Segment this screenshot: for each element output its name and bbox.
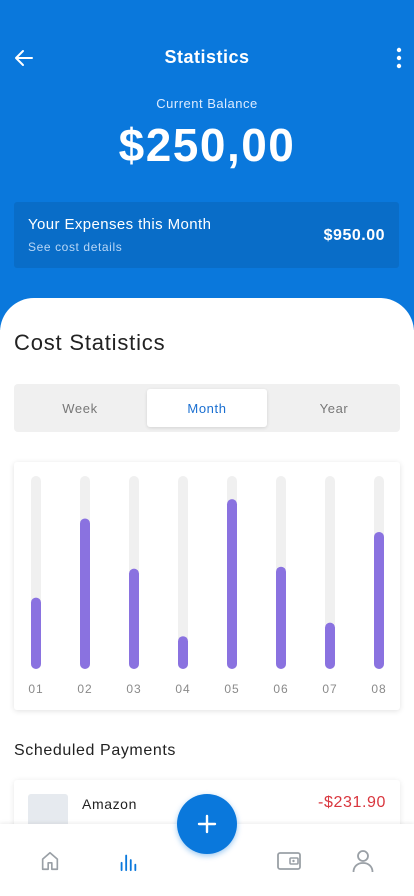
cost-chart: 01 02 03 04 05 06 07 08 [14, 462, 400, 710]
payment-name: Amazon [82, 796, 137, 812]
more-button[interactable] [390, 45, 408, 71]
bar-07[interactable] [325, 622, 335, 669]
scheduled-payments-title: Scheduled Payments [14, 742, 177, 759]
wallet-icon [277, 852, 301, 870]
bar-04[interactable] [178, 636, 188, 669]
nav-home[interactable] [35, 846, 65, 876]
amazon-logo [28, 794, 68, 828]
tab-year[interactable]: Year [274, 389, 394, 427]
x-tick-label: 03 [126, 682, 141, 696]
x-tick-label: 02 [77, 682, 92, 696]
x-tick-label: 04 [175, 682, 190, 696]
nav-profile[interactable] [348, 846, 378, 876]
bar-06[interactable] [276, 566, 286, 669]
nav-statistics[interactable] [113, 846, 143, 876]
header: Statistics Current Balance $250,00 Your … [0, 0, 414, 330]
bar-05[interactable] [227, 499, 237, 669]
x-tick-label: 05 [224, 682, 239, 696]
add-button[interactable] [177, 794, 237, 854]
x-tick-label: 01 [28, 682, 43, 696]
balance-value: $250,00 [118, 119, 296, 171]
bar-08[interactable] [374, 531, 384, 669]
expenses-title: Your Expenses this Month [28, 216, 212, 233]
tab-week[interactable]: Week [20, 389, 140, 427]
x-tick-label: 07 [322, 682, 337, 696]
x-tick-label: 08 [371, 682, 386, 696]
user-icon [352, 850, 374, 873]
plus-icon [197, 814, 217, 834]
period-selector: Week Month Year [14, 384, 400, 432]
cost-details-link[interactable]: See cost details [28, 240, 122, 254]
bar-01[interactable] [31, 597, 41, 669]
tab-month[interactable]: Month [147, 389, 267, 427]
expenses-card[interactable]: Your Expenses this Month See cost detail… [14, 202, 399, 268]
balance-label: Current Balance [156, 96, 258, 111]
bar-02[interactable] [80, 518, 90, 669]
page-title: Statistics [164, 47, 250, 67]
cost-statistics-title: Cost Statistics [14, 330, 166, 355]
bar-03[interactable] [129, 568, 139, 669]
bar-chart: 01 02 03 04 05 06 07 08 [28, 476, 386, 696]
bar-chart-icon [120, 854, 137, 872]
payment-amount: -$231.90 [318, 794, 386, 811]
home-icon [41, 851, 59, 871]
nav-wallet[interactable] [274, 846, 304, 876]
more-vertical-icon [396, 47, 402, 69]
x-tick-label: 06 [273, 682, 288, 696]
expenses-amount: $950.00 [323, 227, 385, 244]
